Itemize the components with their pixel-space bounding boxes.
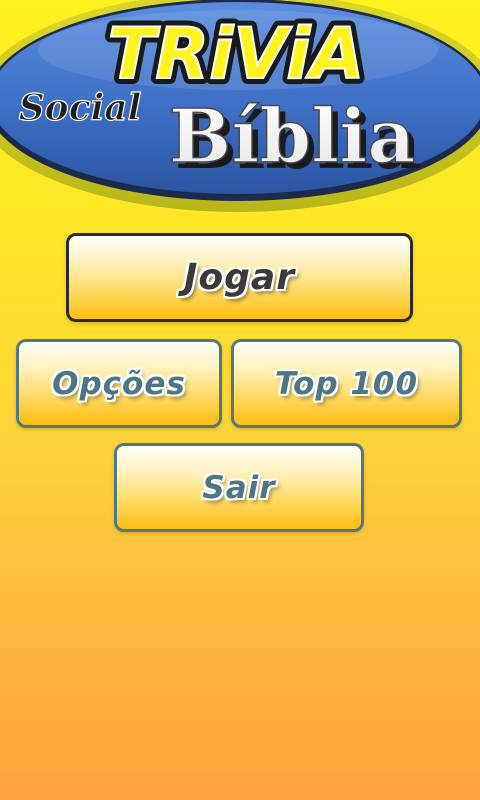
top-100-button-label: Top 100	[274, 365, 419, 402]
options-button-label: Opções	[52, 365, 186, 402]
logo-social-text: Social	[19, 87, 142, 129]
options-button[interactable]: Opções	[16, 339, 222, 428]
top-100-button[interactable]: Top 100	[231, 339, 462, 428]
logo-graphic: TRiViA TRiViA Social Bíblia Bíblia	[0, 0, 480, 212]
game-logo: TRiViA TRiViA Social Bíblia Bíblia	[0, 0, 480, 215]
play-button-label: Jogar	[184, 257, 295, 298]
exit-button[interactable]: Sair	[114, 443, 364, 532]
logo-title: TRiViA	[108, 13, 365, 95]
play-button[interactable]: Jogar	[66, 233, 413, 322]
logo-biblia-text: Bíblia	[169, 94, 416, 180]
exit-button-label: Sair	[202, 469, 276, 506]
